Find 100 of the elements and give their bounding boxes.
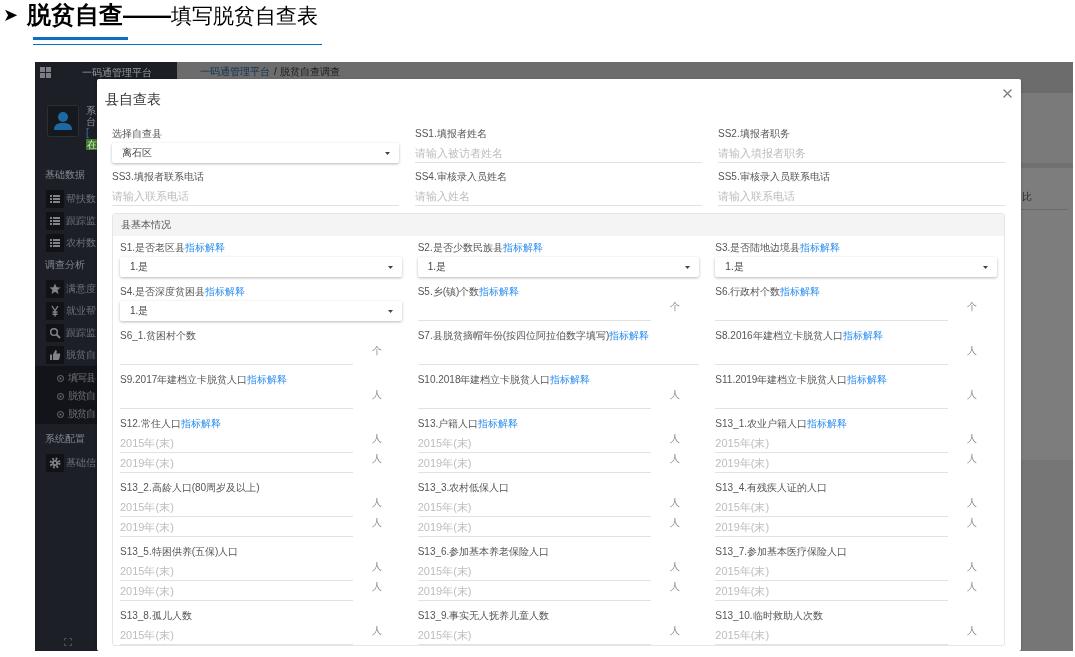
unit-label: 人	[967, 497, 978, 509]
unit-label: 人	[967, 625, 978, 637]
search-icon	[46, 324, 64, 342]
field-label: S13_8.孤儿人数	[120, 610, 192, 622]
hint-link[interactable]: 指标解释	[247, 374, 288, 386]
grid-icon[interactable]	[40, 67, 51, 78]
unit-label: 人	[372, 561, 382, 573]
unit-label: 人	[372, 433, 382, 445]
dropdown-select[interactable]: 离石区	[112, 143, 399, 163]
field-label: S13_2.高龄人口(80周岁及以上)	[120, 482, 260, 494]
unit-label: 人	[967, 561, 978, 573]
field-label: 选择自查县	[112, 128, 162, 140]
field-label: S13_9.事实无人抚养儿童人数	[417, 610, 550, 622]
close-icon[interactable]	[1003, 89, 1012, 98]
hint-link[interactable]: 指标解释	[205, 286, 245, 298]
circle-dot-icon	[57, 392, 64, 400]
number-input[interactable]: 2015年(末)	[120, 625, 353, 645]
field-label: S13_4.有残疾人证的人口	[715, 482, 828, 494]
unit-label: 个	[967, 301, 978, 313]
hint-link[interactable]: 指标解释	[478, 418, 519, 430]
number-input[interactable]: 2015年(末)	[120, 561, 353, 581]
hint-link[interactable]: 指标解释	[807, 418, 848, 430]
hint-link[interactable]: 指标解释	[800, 242, 841, 254]
unit-label: 个	[372, 345, 382, 357]
user-link[interactable]: [	[86, 127, 89, 138]
hint-link[interactable]: 指标解释	[185, 242, 225, 254]
list-icon	[46, 190, 64, 208]
unit-label: 人	[669, 517, 680, 529]
field-label: S13_3.农村低保人口	[417, 482, 510, 494]
text-input[interactable]: 请输入被访者姓名	[415, 143, 702, 163]
hint-link[interactable]: 指标解释	[550, 374, 591, 386]
menu-heading: 系统配置	[45, 433, 85, 445]
menu-item[interactable]: 脱贫自	[46, 346, 96, 364]
submenu-item[interactable]: 脱贫自	[57, 408, 95, 420]
dropdown-select[interactable]: 1.是	[120, 257, 402, 277]
avatar-icon	[47, 105, 79, 137]
number-input[interactable]: 2015年(末)	[120, 497, 353, 517]
circle-dot-icon	[57, 410, 64, 418]
unit-label: 人	[669, 453, 680, 465]
modal-title: 县自查表	[105, 90, 161, 109]
menu-item[interactable]: 农村数	[46, 234, 96, 252]
unit-label: 人	[967, 453, 978, 465]
hint-link[interactable]: 指标解释	[180, 418, 221, 430]
hint-link[interactable]: 指标解释	[780, 286, 821, 298]
caret-icon	[387, 265, 393, 269]
section-title: 县基本情况	[121, 219, 171, 231]
hint-link[interactable]: 指标解释	[479, 286, 520, 298]
menu-item[interactable]: 就业帮	[46, 302, 96, 320]
field-label: S6_1.贫困村个数	[120, 330, 197, 342]
field-label: S4.是否深度贫困县	[120, 286, 205, 298]
menu-item[interactable]: 帮扶数	[46, 190, 96, 208]
field-label: S13.户籍人口	[417, 418, 479, 430]
unit-label: 人	[967, 389, 978, 401]
field-label: S10.2018年建档立卡脱贫人口	[417, 374, 551, 386]
bullet-marker: ➤	[3, 4, 18, 26]
hint-link[interactable]: 指标解释	[609, 330, 650, 342]
hint-link[interactable]: 指标解释	[842, 330, 883, 342]
field-label: SS2.填报者职务	[718, 128, 790, 140]
expand-icon[interactable]	[64, 638, 72, 646]
breadcrumb-current: / 脱贫自查调查	[274, 66, 340, 78]
unit-label: 人	[669, 561, 680, 573]
menu-item[interactable]: 基础信	[46, 454, 96, 472]
field-label: SS3.填报者联系电话	[112, 171, 204, 183]
field-label: SS5.审核录入员联系电话	[718, 171, 830, 183]
text-input[interactable]: 请输入姓名	[415, 186, 702, 206]
caret-icon	[385, 151, 390, 155]
menu-item[interactable]: 跟踪监	[46, 212, 96, 230]
gear-icon	[46, 454, 64, 472]
user-role: 台	[86, 116, 96, 127]
caret-icon	[983, 265, 988, 269]
dropdown-select[interactable]: 1.是	[120, 301, 402, 321]
circle-dot-icon	[57, 374, 64, 382]
unit-label: 人	[669, 625, 680, 637]
caret-icon	[685, 265, 691, 269]
hint-link[interactable]: 指标解释	[847, 374, 888, 386]
unit-label: 人	[669, 433, 680, 445]
menu-item[interactable]: 跟踪监	[46, 324, 96, 342]
unit-label: 人	[967, 581, 978, 593]
status-badge: 在	[86, 139, 97, 150]
submenu-item[interactable]: 填写县	[57, 372, 95, 384]
unit-label: 人	[669, 581, 680, 593]
field-label: S13_5.特困供养(五保)人口	[120, 546, 239, 558]
field-label: SS1.填报者姓名	[415, 128, 487, 140]
unit-label: 人	[669, 389, 680, 401]
submenu-item[interactable]: 脱贫自	[57, 390, 95, 402]
unit-label: 人	[372, 625, 382, 637]
dropdown-select[interactable]: 1.是	[417, 257, 700, 277]
number-input[interactable]: 2015年(末)	[120, 433, 353, 453]
dropdown-select[interactable]: 1.是	[715, 257, 997, 277]
field-label: S6.行政村个数	[715, 286, 781, 298]
field-label: S2.是否少数民族县	[417, 242, 503, 254]
app-title: 一码通管理平台	[82, 66, 152, 79]
yen-icon	[46, 302, 64, 320]
hint-link[interactable]: 指标解释	[502, 242, 543, 254]
unit-label: 人	[372, 581, 382, 593]
menu-item[interactable]: 满意度	[46, 280, 96, 298]
list-icon	[46, 212, 64, 230]
field-label: S7.县脱贫摘帽年份(按四位阿拉伯数字填写)	[417, 330, 610, 342]
user-name: 系	[86, 105, 96, 116]
slide-title: 脱贫自查——填写脱贫自查表	[27, 0, 318, 30]
